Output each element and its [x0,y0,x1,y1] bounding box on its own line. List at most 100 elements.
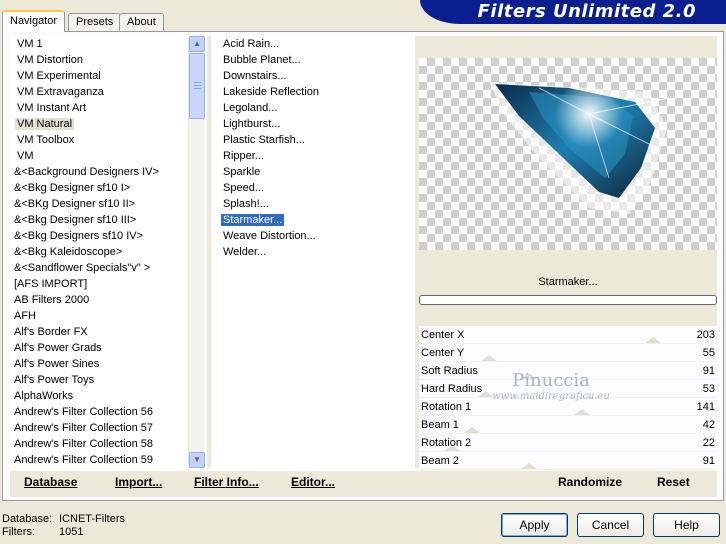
category-item[interactable]: Andrew's Filter Collection 57 [10,420,204,436]
preview-filter-name: Starmaker... [538,276,598,288]
navigator-panel: VM 1 VM Distortion VM Experimental VM Extra… [2,31,724,501]
database-label: Database: [2,513,53,525]
category-item[interactable]: VM Experimental [10,68,204,84]
filter-item[interactable]: Welder... [212,244,412,260]
category-item[interactable]: &<Bkg Designer sf10 I> [10,180,204,196]
title-banner: Filters Unlimited 2.0 [420,0,726,24]
category-list[interactable]: VM 1 VM Distortion VM Experimental VM Extra… [10,36,204,468]
slider-marker-icon[interactable] [481,355,498,361]
slider-marker-icon[interactable] [520,373,537,379]
filter-list[interactable]: Acid Rain... Bubble Planet... Downstairs..… [212,36,412,468]
category-item[interactable]: VM Instant Art [10,100,204,116]
category-item[interactable]: &<Sandflower Specials"v" > [10,260,204,276]
filter-item[interactable]: Legoland... [212,100,412,116]
parameter-label: Hard Radius [421,383,483,395]
parameter-slider[interactable]: Beam 1 42 [419,416,717,434]
filter-item[interactable]: Plastic Starfish... [212,132,412,148]
category-item[interactable]: AFH [10,308,204,324]
help-button[interactable]: Help [653,513,720,537]
category-item[interactable]: VM Toolbox [10,132,204,148]
tab-navigator[interactable]: Navigator [2,10,66,32]
parameter-value: 203 [696,329,715,341]
scroll-thumb[interactable] [189,53,205,119]
parameter-label: Soft Radius [421,365,478,377]
parameter-label: Rotation 1 [421,401,472,413]
parameter-slider[interactable]: Center Y 55 [419,344,717,362]
category-item[interactable]: Andrew's Filter Collection 58 [10,436,204,452]
filter-item[interactable]: Lightburst... [212,116,412,132]
category-item[interactable]: Alf's Power Grads [10,340,204,356]
slider-marker-icon[interactable] [464,427,481,433]
category-item[interactable]: VM 1 [10,36,204,52]
parameter-value: 53 [702,383,715,395]
filter-item[interactable]: Downstairs... [212,68,412,84]
preview-image [419,58,717,250]
navigator-toolbar: Database Import... Filter Info... Editor… [10,471,717,497]
database-info: Database: ICNET-Filters Filters: 1051 [2,513,125,539]
progress-bar [419,295,717,305]
apply-button[interactable]: Apply [501,513,568,537]
parameter-label: Rotation 2 [421,437,472,449]
parameter-value: 91 [702,455,715,467]
slider-marker-icon[interactable] [574,409,591,415]
slider-marker-icon[interactable] [520,463,537,469]
category-item[interactable]: &<BKg Designer sf10 II> [10,196,204,212]
parameter-slider[interactable]: Center X 203 [419,326,717,344]
tab-presets[interactable]: Presets [68,13,122,32]
category-item[interactable]: VM Extravaganza [10,84,204,100]
category-item[interactable]: [AFS IMPORT] [10,276,204,292]
parameter-label: Beam 1 [421,419,459,431]
filter-item[interactable]: Starmaker... [212,212,412,228]
category-item[interactable]: VM Natural [10,116,204,132]
database-button[interactable]: Database [24,475,77,489]
category-item[interactable]: Andrew's Filter Collection 56 [10,404,204,420]
starmaker-preview-graphic [489,80,670,214]
cancel-button[interactable]: Cancel [577,513,644,537]
category-item[interactable]: Alf's Power Toys [10,372,204,388]
filter-item[interactable]: Acid Rain... [212,36,412,52]
filter-item[interactable]: Lakeside Reflection [212,84,412,100]
filter-item[interactable]: Ripper... [212,148,412,164]
parameter-slider[interactable]: Hard Radius 53 [419,380,717,398]
category-item[interactable]: &<Background Designers IV> [10,164,204,180]
preview-panel: Starmaker... Center X 203 Center Y 55 Soft R… [415,36,717,470]
parameter-slider[interactable]: Soft Radius 91 [419,362,717,380]
category-item[interactable]: Andrew's Filter Collection 59 [10,452,204,468]
filter-item[interactable]: Weave Distortion... [212,228,412,244]
randomize-button[interactable]: Randomize [558,475,622,489]
filter-item[interactable]: Sparkle [212,164,412,180]
category-item[interactable]: &<Bkg Designer sf10 III> [10,212,204,228]
filters-count: 1051 [59,526,84,538]
parameter-value: 55 [702,347,715,359]
category-scrollbar[interactable]: ▲ ▼ [188,36,205,468]
filter-item[interactable]: Bubble Planet... [212,52,412,68]
parameter-slider[interactable]: Rotation 1 141 [419,398,717,416]
import-button[interactable]: Import... [115,475,162,489]
filter-item[interactable]: Splash!... [212,196,412,212]
reset-button[interactable]: Reset [657,475,690,489]
category-item[interactable]: AB Filters 2000 [10,292,204,308]
parameter-slider[interactable]: Rotation 2 22 [419,434,717,452]
category-item[interactable]: Alf's Border FX [10,324,204,340]
parameter-value: 22 [702,437,715,449]
category-item[interactable]: Alf's Power Sines [10,356,204,372]
window-title: Filters Unlimited 2.0 [477,1,696,22]
parameter-value: 42 [702,419,715,431]
category-item[interactable]: AlphaWorks [10,388,204,404]
parameter-label: Center Y [421,347,465,359]
filter-item[interactable]: Speed... [212,180,412,196]
category-item[interactable]: VM [10,148,204,164]
parameter-slider[interactable]: Beam 2 91 [419,452,717,470]
filter-info-button[interactable]: Filter Info... [194,475,259,489]
filters-label: Filters: [2,526,35,538]
category-item[interactable]: &<Bkg Designers sf10 IV> [10,228,204,244]
scroll-up-icon[interactable]: ▲ [189,36,205,52]
editor-button[interactable]: Editor... [291,475,335,489]
category-item[interactable]: &<Bkg Kaleidoscope> [10,244,204,260]
tab-about[interactable]: About [119,13,164,32]
category-item[interactable]: VM Distortion [10,52,204,68]
parameter-label: Center X [421,329,465,341]
slider-marker-icon[interactable] [644,337,661,343]
parameter-label: Beam 2 [421,455,459,467]
scroll-down-icon[interactable]: ▼ [189,452,205,468]
